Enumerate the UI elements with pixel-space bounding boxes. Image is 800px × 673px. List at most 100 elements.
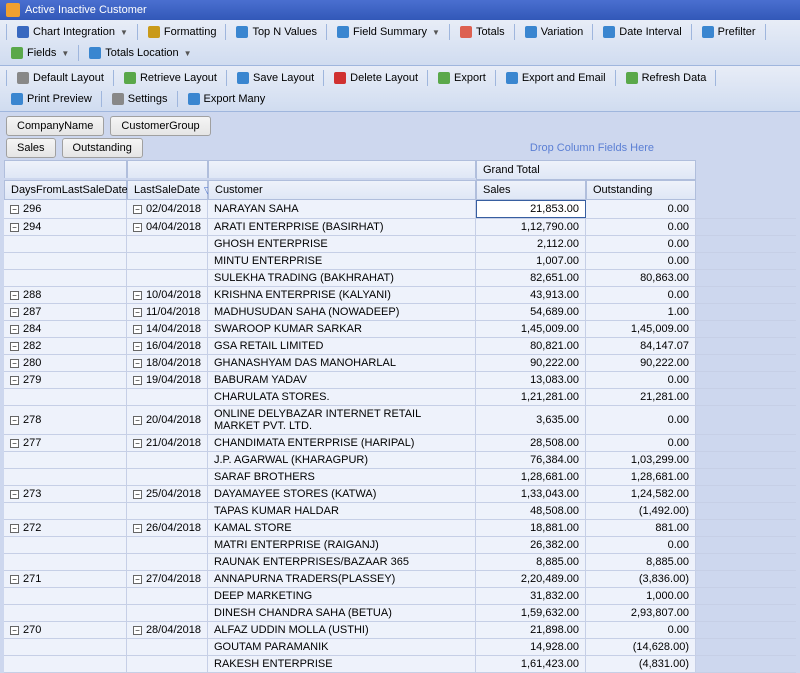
toolbar-btn[interactable]: Field Summary▼: [330, 22, 446, 42]
cell-outstanding[interactable]: 90,222.00: [586, 355, 696, 371]
cell-outstanding[interactable]: 1,24,582.00: [586, 486, 696, 502]
toolbar-btn[interactable]: Variation: [518, 22, 590, 42]
collapse-icon[interactable]: −: [133, 205, 142, 214]
cell-sales[interactable]: 14,928.00: [476, 639, 586, 655]
cell-outstanding[interactable]: 0.00: [586, 287, 696, 303]
cell-outstanding[interactable]: (14,628.00): [586, 639, 696, 655]
collapse-icon[interactable]: −: [133, 308, 142, 317]
collapse-icon[interactable]: −: [133, 416, 142, 425]
cell-sales[interactable]: 1,21,281.00: [476, 389, 586, 405]
collapse-icon[interactable]: −: [133, 376, 142, 385]
cell-sales[interactable]: 1,12,790.00: [476, 219, 586, 235]
cell-sales[interactable]: 2,20,489.00: [476, 571, 586, 587]
collapse-icon[interactable]: −: [133, 626, 142, 635]
cell-sales[interactable]: 1,28,681.00: [476, 469, 586, 485]
collapse-icon[interactable]: −: [133, 223, 142, 232]
cell-sales[interactable]: 1,59,632.00: [476, 605, 586, 621]
cell-outstanding[interactable]: 1,03,299.00: [586, 452, 696, 468]
toolbar-btn[interactable]: Export and Email: [499, 68, 612, 88]
cell-outstanding[interactable]: 80,863.00: [586, 270, 696, 286]
collapse-icon[interactable]: −: [10, 325, 19, 334]
cell-outstanding[interactable]: 0.00: [586, 372, 696, 388]
cell-sales[interactable]: 8,885.00: [476, 554, 586, 570]
cell-sales[interactable]: 82,651.00: [476, 270, 586, 286]
cell-outstanding[interactable]: 0.00: [586, 236, 696, 252]
collapse-icon[interactable]: −: [133, 439, 142, 448]
cell-outstanding[interactable]: 2,93,807.00: [586, 605, 696, 621]
collapse-icon[interactable]: −: [10, 416, 19, 425]
toolbar-btn[interactable]: Fields▼: [4, 43, 75, 63]
toolbar-btn[interactable]: Export Many: [181, 89, 272, 109]
toolbar-btn[interactable]: Totals Location▼: [82, 43, 197, 63]
cell-sales[interactable]: 31,832.00: [476, 588, 586, 604]
cell-sales[interactable]: 21,898.00: [476, 622, 586, 638]
cell-outstanding[interactable]: 1,28,681.00: [586, 469, 696, 485]
toolbar-btn[interactable]: Default Layout: [10, 68, 110, 88]
toolbar-btn[interactable]: Chart Integration▼: [10, 22, 134, 42]
col-header-sales[interactable]: Sales: [476, 180, 586, 200]
cell-outstanding[interactable]: 0.00: [586, 537, 696, 553]
cell-sales[interactable]: 18,881.00: [476, 520, 586, 536]
collapse-icon[interactable]: −: [133, 325, 142, 334]
cell-outstanding[interactable]: 21,281.00: [586, 389, 696, 405]
toolbar-btn[interactable]: Retrieve Layout: [117, 68, 223, 88]
cell-outstanding[interactable]: 0.00: [586, 435, 696, 451]
toolbar-btn[interactable]: Refresh Data: [619, 68, 713, 88]
cell-sales[interactable]: 1,61,423.00: [476, 656, 586, 672]
cell-sales[interactable]: 1,33,043.00: [476, 486, 586, 502]
collapse-icon[interactable]: −: [133, 342, 142, 351]
cell-outstanding[interactable]: 0.00: [586, 622, 696, 638]
collapse-icon[interactable]: −: [10, 291, 19, 300]
collapse-icon[interactable]: −: [10, 205, 19, 214]
cell-sales[interactable]: 3,635.00: [476, 406, 586, 434]
collapse-icon[interactable]: −: [10, 439, 19, 448]
cell-sales[interactable]: 80,821.00: [476, 338, 586, 354]
cell-sales[interactable]: 54,689.00: [476, 304, 586, 320]
cell-sales[interactable]: 28,508.00: [476, 435, 586, 451]
cell-outstanding[interactable]: 0.00: [586, 200, 696, 218]
col-header-date[interactable]: LastSaleDate ▽: [127, 180, 208, 200]
cell-outstanding[interactable]: 0.00: [586, 406, 696, 434]
toolbar-btn[interactable]: Print Preview: [4, 89, 98, 109]
collapse-icon[interactable]: −: [10, 308, 19, 317]
cell-sales[interactable]: 48,508.00: [476, 503, 586, 519]
toolbar-btn[interactable]: Top N Values: [229, 22, 323, 42]
cell-outstanding[interactable]: 1,000.00: [586, 588, 696, 604]
collapse-icon[interactable]: −: [10, 524, 19, 533]
cell-sales[interactable]: 76,384.00: [476, 452, 586, 468]
toolbar-btn[interactable]: Formatting: [141, 22, 223, 42]
cell-sales[interactable]: 1,45,009.00: [476, 321, 586, 337]
cell-outstanding[interactable]: 8,885.00: [586, 554, 696, 570]
cell-outstanding[interactable]: 1.00: [586, 304, 696, 320]
collapse-icon[interactable]: −: [10, 342, 19, 351]
collapse-icon[interactable]: −: [10, 626, 19, 635]
toolbar-btn[interactable]: Export: [431, 68, 492, 88]
cell-outstanding[interactable]: (1,492.00): [586, 503, 696, 519]
cell-outstanding[interactable]: 0.00: [586, 253, 696, 269]
collapse-icon[interactable]: −: [133, 359, 142, 368]
cell-sales[interactable]: 1,007.00: [476, 253, 586, 269]
toolbar-btn[interactable]: Prefilter: [695, 22, 762, 42]
cell-sales[interactable]: 13,083.00: [476, 372, 586, 388]
collapse-icon[interactable]: −: [133, 291, 142, 300]
toolbar-btn[interactable]: Date Interval: [596, 22, 687, 42]
cell-outstanding[interactable]: 1,45,009.00: [586, 321, 696, 337]
cell-sales[interactable]: 2,112.00: [476, 236, 586, 252]
data-field-tab[interactable]: Outstanding: [62, 138, 143, 158]
collapse-icon[interactable]: −: [133, 575, 142, 584]
data-field-tab[interactable]: Sales: [6, 138, 56, 158]
toolbar-btn[interactable]: Totals: [453, 22, 511, 42]
cell-outstanding[interactable]: (3,836.00): [586, 571, 696, 587]
collapse-icon[interactable]: −: [133, 524, 142, 533]
col-header-days[interactable]: DaysFromLastSaleDate ▽: [4, 180, 127, 200]
col-header-customer[interactable]: Customer: [208, 180, 476, 200]
collapse-icon[interactable]: −: [10, 490, 19, 499]
col-header-outstanding[interactable]: Outstanding: [586, 180, 696, 200]
group-field-pill[interactable]: CustomerGroup: [110, 116, 210, 136]
cell-sales[interactable]: 90,222.00: [476, 355, 586, 371]
collapse-icon[interactable]: −: [10, 575, 19, 584]
cell-outstanding[interactable]: 84,147.07: [586, 338, 696, 354]
collapse-icon[interactable]: −: [10, 359, 19, 368]
cell-outstanding[interactable]: 881.00: [586, 520, 696, 536]
cell-sales[interactable]: 21,853.00: [476, 200, 586, 218]
